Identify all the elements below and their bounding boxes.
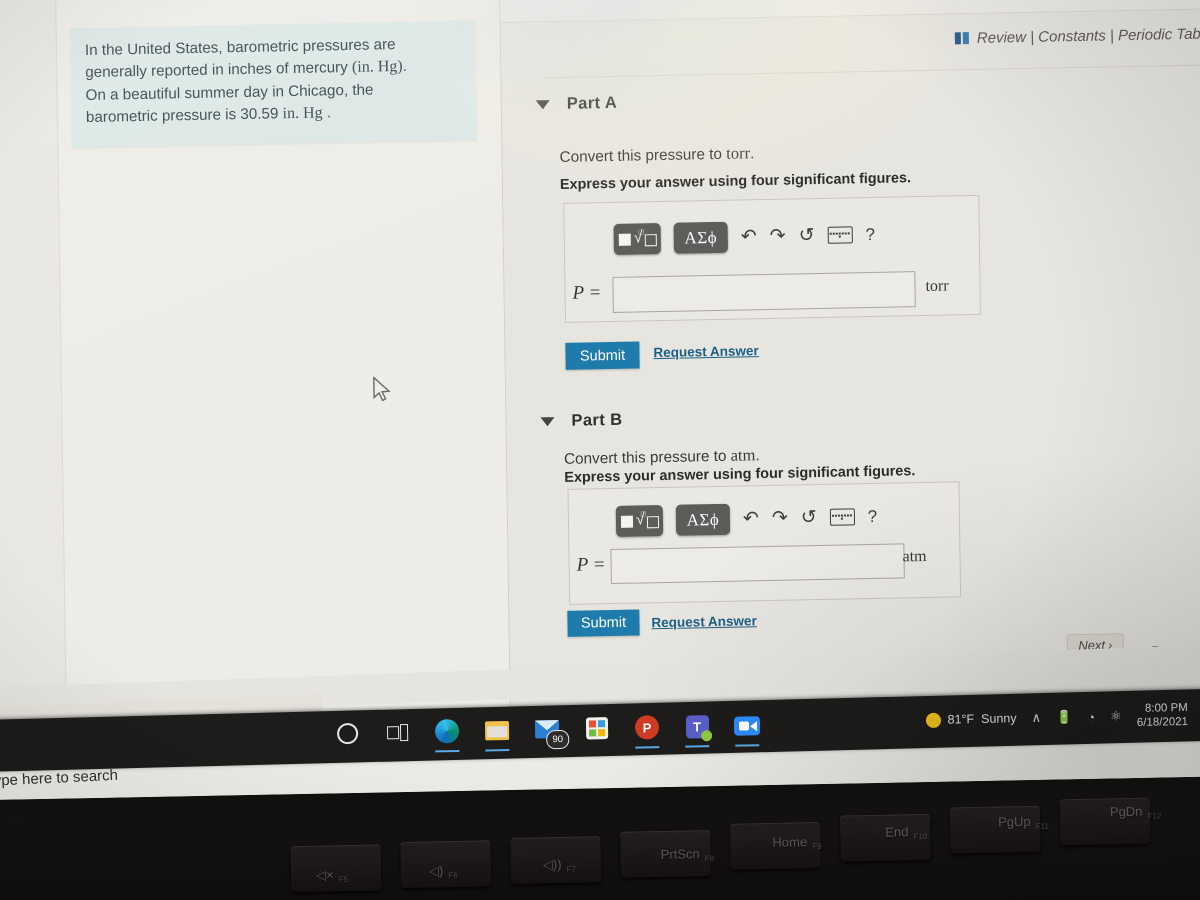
zoom-icon[interactable] [733,711,761,747]
part-b-header[interactable]: Part B [540,410,623,432]
part-a-request-answer-link[interactable]: Request Answer [653,343,758,360]
part-b-math-toolbar: □ √ ΑΣϕ ↶ ↷ ↺ ? [615,501,878,537]
key-pgdn[interactable]: PgDn F12 [1110,803,1162,821]
problem-line-4a: barometric pressure is 30.59 [85,105,283,127]
teams-icon[interactable]: T [683,712,711,748]
book-icon [954,32,970,45]
reset-icon[interactable]: ↺ [798,224,814,247]
section-divider [545,63,1200,79]
part-b-prompt-pre: Convert this pressure to [563,447,731,468]
part-a-instruction: Express your answer using four significa… [559,170,912,193]
file-explorer-icon[interactable] [483,716,511,752]
cortana-icon[interactable] [333,719,361,748]
key-f6[interactable]: ◁) F6 [429,863,458,881]
part-b-variable-label: P = [576,554,606,576]
reset-icon[interactable]: ↺ [801,506,817,529]
radical-icon: □ √ [634,227,657,249]
question-content: ‹ 16 of 30 Review | Constants | Periodic… [499,0,1200,718]
question-topbar [499,0,1200,24]
task-view-icon[interactable] [383,718,411,747]
microsoft-store-icon[interactable] [583,714,611,743]
problem-statement-card: In the United States, barometric pressur… [70,20,477,148]
part-a-title: Part A [566,93,618,113]
problem-value-unit: in. Hg [282,104,323,123]
greek-letters-icon[interactable]: ΑΣϕ [675,503,731,536]
math-template-icon[interactable]: □ √ [615,505,664,537]
part-a-prompt-unit: torr [726,143,751,163]
clock-date: 6/18/2021 [1136,715,1189,729]
part-a-submit-button[interactable]: Submit [565,341,640,370]
system-tray: 81°F Sunny ∧ 🔋 ◔ ⚛ 8:00 PM 6/18/2021 22 [925,700,1200,734]
redo-icon[interactable]: ↷ [770,225,786,248]
part-b-submit-button[interactable]: Submit [567,609,640,637]
part-b-request-answer-link[interactable]: Request Answer [651,613,756,630]
part-b-answer-input[interactable] [610,543,905,585]
problem-line-2c: . [402,58,407,76]
mouse-cursor [373,376,391,402]
template-square-icon [618,233,631,246]
part-b-prompt-unit: atm [730,445,756,465]
key-f5[interactable]: ◁× F5 [316,867,348,885]
key-end[interactable]: End F10 [885,824,927,842]
undo-icon[interactable]: ↶ [741,225,757,248]
mail-unread-badge: 90 [546,729,570,750]
powerpoint-icon[interactable]: P [633,713,661,749]
problem-unit-inhg: (in. Hg) [351,58,403,77]
template-square-icon [620,515,634,528]
sun-icon [925,712,941,728]
weather-widget[interactable]: 81°F Sunny [925,711,1017,728]
laptop-screen: chevron-right-icon In the United States,… [0,0,1200,800]
problem-line-4c: . [322,104,332,122]
photographed-screen: ◁× F5 ◁) F6 ◁)) F7 PrtScn F8 Home F9 End F10 P… [0,0,1200,900]
part-a-math-toolbar: □ √ ΑΣϕ ↶ ↷ ↺ ? [613,219,876,255]
bluetooth-icon[interactable]: ⚛ [1110,708,1122,724]
show-hidden-icons-chevron[interactable]: ∧ [1031,710,1041,726]
mail-icon[interactable]: 90 [533,715,570,750]
key-f7[interactable]: ◁)) F7 [543,857,576,875]
part-a-prompt-pre: Convert this pressure to [559,145,727,166]
battery-icon[interactable]: 🔋 [1056,709,1072,725]
weather-condition: Sunny [981,711,1017,726]
help-icon[interactable]: ? [868,506,878,526]
part-b-prompt: Convert this pressure to atm. [564,445,760,469]
part-b-prompt-post: . [755,447,760,465]
part-a-prompt-post: . [749,145,755,163]
key-home[interactable]: Home F9 [772,834,821,852]
part-a-prompt: Convert this pressure to torr. [559,143,754,167]
problem-line-2a: generally reported in inches of mercury [85,59,353,82]
part-b-title: Part B [571,410,623,430]
part-a-variable-label: P = [572,282,602,304]
nav-rail [0,0,67,728]
keyboard-icon[interactable] [827,226,853,244]
key-prtscn[interactable]: PrtScn F8 [661,846,715,864]
keyboard-icon[interactable] [829,508,855,526]
key-pgup[interactable]: PgUp F11 [998,814,1049,832]
part-a-header[interactable]: Part A [535,93,618,115]
part-a-unit-label: torr [925,277,949,295]
part-b-unit-label: atm [902,547,927,566]
help-icon[interactable]: ? [865,224,875,244]
math-template-icon[interactable]: □ √ [613,223,662,255]
clock[interactable]: 8:00 PM 6/18/2021 [1137,701,1189,730]
part-a-answer-input[interactable] [612,271,916,313]
problem-line-3: On a beautiful summer day in Chicago, th… [85,81,374,104]
caret-down-icon[interactable] [540,417,555,427]
greek-letters-icon[interactable]: ΑΣϕ [673,221,729,254]
problem-statement-text: In the United States, barometric pressur… [85,33,466,130]
redo-icon[interactable]: ↷ [772,507,788,530]
problem-line-1: In the United States, barometric pressur… [84,36,396,60]
browser-page: chevron-right-icon In the United States,… [0,0,1200,800]
review-links-bar: Review | Constants | Periodic Tab [741,21,1200,56]
caret-down-icon[interactable] [535,100,550,110]
undo-icon[interactable]: ↶ [743,507,759,530]
review-constants-periodic-links[interactable]: Review | Constants | Periodic Tab [977,25,1200,46]
edge-icon[interactable] [433,717,461,753]
radical-icon: □ √ [636,509,660,531]
wifi-icon[interactable]: ◔ [1087,709,1095,724]
weather-temp: 81°F [947,712,975,727]
clock-time: 8:00 PM [1144,701,1188,715]
